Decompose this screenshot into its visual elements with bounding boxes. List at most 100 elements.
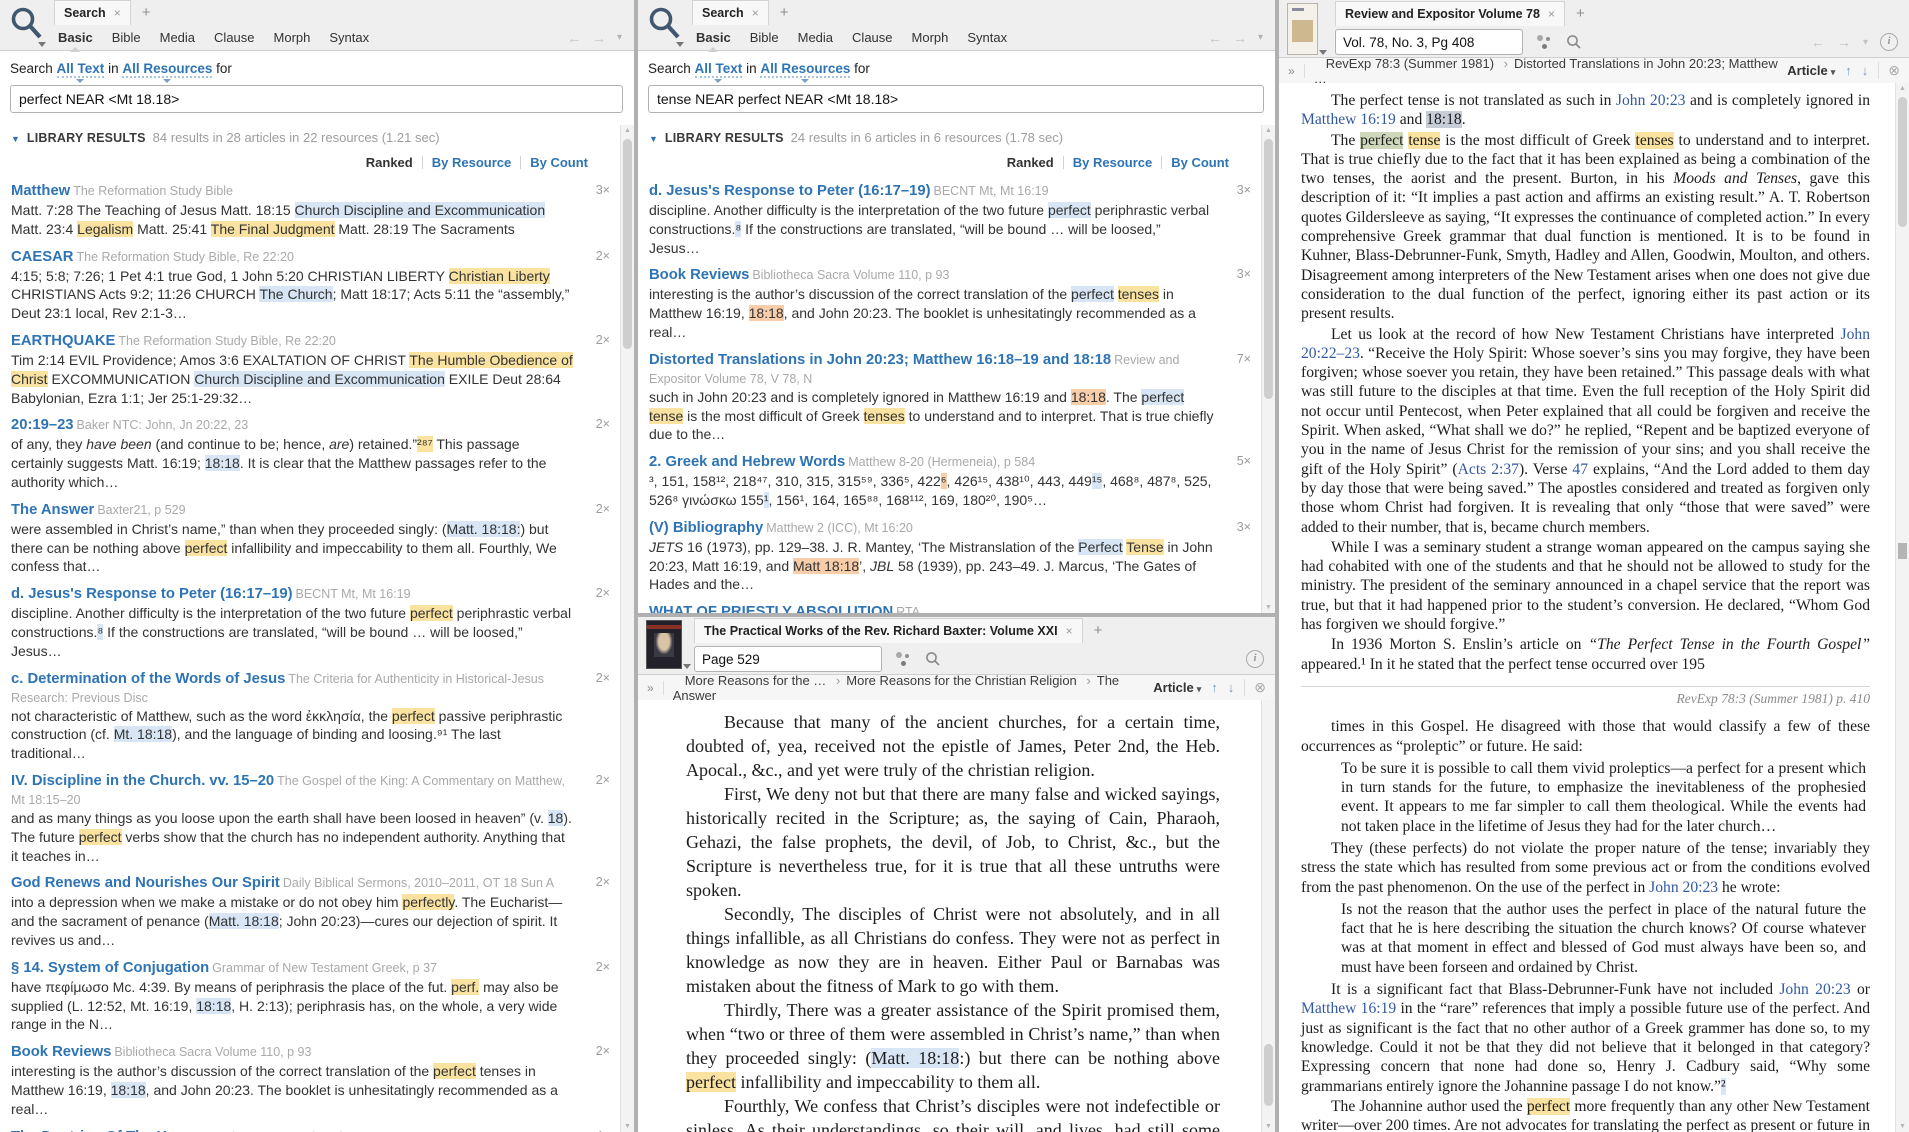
result-title-link[interactable]: (V) Bibliography <box>649 520 763 536</box>
sort-ranked[interactable]: Ranked <box>366 155 413 170</box>
back-icon[interactable]: ← <box>1811 34 1825 50</box>
search-result[interactable]: 2× § 14. System of Conjugation Grammar of… <box>11 959 612 1034</box>
back-icon[interactable]: ← <box>567 30 581 46</box>
result-title-link[interactable]: d. Jesus's Response to Peter (16:17–19) <box>11 586 293 602</box>
scrollbar[interactable]: ▲ ▼ <box>1261 125 1275 613</box>
result-title-link[interactable]: Book Reviews <box>649 267 749 283</box>
search-mode-tab[interactable]: Syntax <box>967 30 1007 45</box>
sort-ranked[interactable]: Ranked <box>1007 155 1054 170</box>
search-mode-tab[interactable]: Basic <box>696 30 731 52</box>
search-result[interactable]: 2× Book Reviews Bibliotheca Sacra Volume … <box>11 1043 612 1118</box>
result-title-link[interactable]: God Renews and Nourishes Our Spirit <box>11 875 280 891</box>
search-result[interactable]: 3× (V) Bibliography Matthew 2 (ICC), Mt 1… <box>649 519 1253 594</box>
result-title-link[interactable]: EARTHQUAKE <box>11 333 115 349</box>
search-mode-tab[interactable]: Morph <box>912 30 949 45</box>
collapse-panel-icon[interactable]: » <box>1288 63 1305 78</box>
search-mode-tab[interactable]: Media <box>798 30 833 45</box>
scrollbar-thumb[interactable] <box>1264 1044 1273 1106</box>
search-input[interactable] <box>10 85 623 113</box>
result-title-link[interactable]: c. Determination of the Words of Jesus <box>11 671 285 687</box>
scrollbar-thumb[interactable] <box>623 139 632 349</box>
forward-icon[interactable]: → <box>1837 34 1851 50</box>
scrollbar-thumb[interactable] <box>1898 97 1907 227</box>
previous-article-icon[interactable]: ↑ <box>1845 63 1852 78</box>
result-title-link[interactable]: Matthew <box>11 183 70 199</box>
search-result[interactable]: 3× Matthew The Reformation Study Bible Ma… <box>11 182 612 239</box>
scroll-down-icon[interactable]: ▼ <box>621 1123 634 1130</box>
resource-cover-menu[interactable] <box>1287 3 1327 55</box>
search-mode-tab[interactable]: Basic <box>58 30 93 52</box>
panel-menu[interactable] <box>0 0 54 50</box>
search-icon[interactable] <box>1566 34 1582 50</box>
collapse-panel-icon[interactable]: » <box>647 680 664 695</box>
result-title-link[interactable]: § 14. System of Conjugation <box>11 960 209 976</box>
search-mode-tab[interactable]: Clause <box>214 30 254 45</box>
scroll-down-icon[interactable]: ▼ <box>1262 604 1275 611</box>
search-result[interactable]: 2× God Renews and Nourishes Our Spirit Da… <box>11 874 612 949</box>
sort-by-count[interactable]: By Count <box>1171 155 1229 170</box>
search-mode-tab[interactable]: Morph <box>274 30 311 45</box>
search-mode-tab[interactable]: Clause <box>852 30 892 45</box>
search-mode-tab[interactable]: Media <box>160 30 195 45</box>
scroll-down-icon[interactable]: ▼ <box>1896 1123 1909 1130</box>
search-result[interactable]: 2× The Answer Baxter21, p 529 were assemb… <box>11 501 612 576</box>
search-result[interactable]: WHAT OF PRIESTLY ABSOLUTIONRTA 16:16–19 … <box>649 603 1253 613</box>
next-article-icon[interactable]: ↓ <box>1228 680 1235 695</box>
close-icon[interactable]: × <box>752 6 759 20</box>
result-title-link[interactable]: The Doctrine Of The Keys <box>11 1129 192 1132</box>
previous-article-icon[interactable]: ↑ <box>1211 680 1218 695</box>
scroll-up-icon[interactable]: ▲ <box>621 127 634 134</box>
search-result[interactable]: 2× CAESAR The Reformation Study Bible, Re… <box>11 248 612 323</box>
add-tab-icon[interactable]: + <box>1576 2 1585 26</box>
panel-menu[interactable] <box>638 0 692 50</box>
result-title-link[interactable]: WHAT OF PRIESTLY ABSOLUTION <box>649 604 893 613</box>
scrollbar[interactable]: ▲ ▼ <box>1895 83 1909 1132</box>
scrollbar-thumb[interactable] <box>1264 139 1273 399</box>
add-tab-icon[interactable]: + <box>1094 619 1103 643</box>
result-title-link[interactable]: Book Reviews <box>11 1044 111 1060</box>
search-scope-resources[interactable]: All Resources <box>122 61 213 78</box>
next-article-icon[interactable]: ↓ <box>1862 63 1869 78</box>
scroll-down-icon[interactable]: ▼ <box>1262 1123 1275 1130</box>
search-result[interactable]: 2× 20:19–23 Baker NTC: John, Jn 20:22, 23… <box>11 416 612 491</box>
result-title-link[interactable]: The Answer <box>11 502 94 518</box>
forward-icon[interactable]: → <box>592 30 606 46</box>
scrollbar[interactable]: ▲ ▼ <box>620 125 634 1132</box>
result-title-link[interactable]: IV. Discipline in the Church. vv. 15–20 <box>11 773 274 789</box>
sort-by-resource[interactable]: By Resource <box>1073 155 1152 170</box>
result-title-link[interactable]: 2. Greek and Hebrew Words <box>649 454 845 470</box>
search-result[interactable]: 3× Book Reviews Bibliotheca Sacra Volume … <box>649 266 1253 341</box>
close-icon[interactable]: × <box>114 6 121 20</box>
collapse-triangle-icon[interactable]: ▼ <box>649 134 658 144</box>
close-locator-icon[interactable]: ⊗ <box>1878 62 1900 79</box>
search-result[interactable]: 2× EARTHQUAKE The Reformation Study Bible… <box>11 332 612 407</box>
resource-cover-menu[interactable] <box>646 620 691 669</box>
sort-by-resource[interactable]: By Resource <box>432 155 511 170</box>
page-reference-input[interactable] <box>694 646 882 672</box>
page-reference-input[interactable] <box>1335 29 1523 55</box>
search-scope-resources[interactable]: All Resources <box>760 61 851 78</box>
search-mode-tab[interactable]: Syntax <box>329 30 369 45</box>
search-result[interactable]: 3× d. Jesus's Response to Peter (16:17–1… <box>649 182 1253 257</box>
info-icon[interactable]: i <box>1246 650 1264 668</box>
chevron-down-icon[interactable]: ▾ <box>617 32 622 43</box>
collapse-triangle-icon[interactable]: ▼ <box>11 134 20 144</box>
sort-by-count[interactable]: By Count <box>530 155 588 170</box>
tab-search[interactable]: Search × <box>692 0 769 25</box>
add-tab-icon[interactable]: + <box>142 1 151 25</box>
result-title-link[interactable]: CAESAR <box>11 249 73 265</box>
visual-filters-icon[interactable] <box>1536 35 1553 49</box>
search-result[interactable]: 2× d. Jesus's Response to Peter (16:17–1… <box>11 585 612 660</box>
scroll-up-icon[interactable]: ▲ <box>1896 85 1909 92</box>
search-mode-tab[interactable]: Bible <box>750 30 779 45</box>
add-tab-icon[interactable]: + <box>780 1 789 25</box>
close-icon[interactable]: × <box>1548 7 1555 21</box>
result-title-link[interactable]: d. Jesus's Response to Peter (16:17–19) <box>649 183 931 199</box>
scroll-up-icon[interactable]: ▲ <box>1262 127 1275 134</box>
back-icon[interactable]: ← <box>1208 30 1222 46</box>
search-result[interactable]: 4× The Doctrine Of The KeysCentral C. B.… <box>11 1128 612 1132</box>
visual-filters-icon[interactable] <box>895 652 912 666</box>
search-input[interactable] <box>648 85 1264 113</box>
search-result[interactable]: 2× c. Determination of the Words of Jesu… <box>11 670 612 763</box>
chevron-down-icon[interactable]: ▾ <box>1863 37 1868 48</box>
